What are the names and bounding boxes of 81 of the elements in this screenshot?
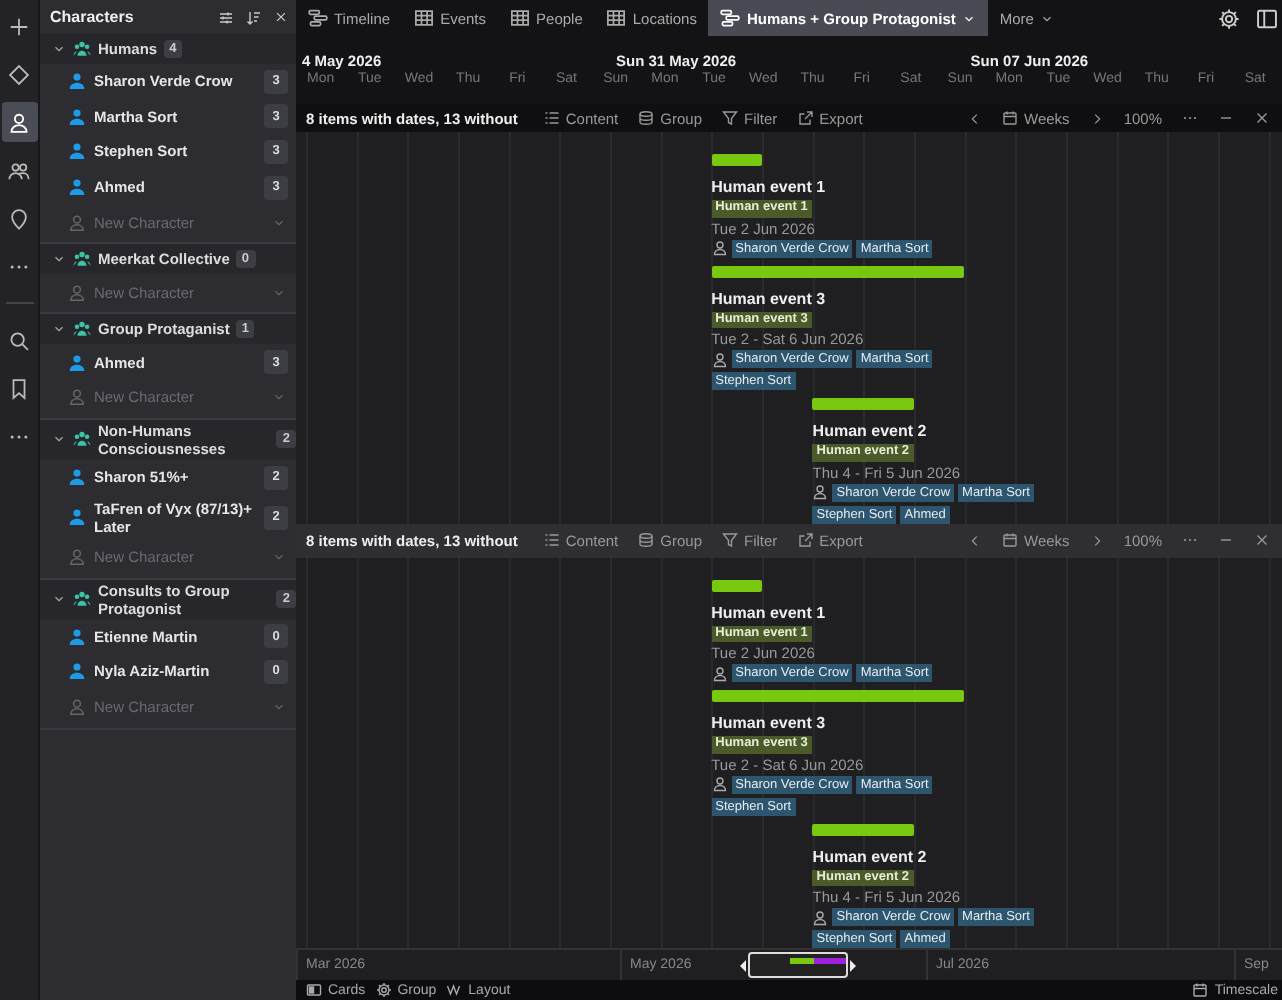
layout-icon (446, 982, 463, 998)
list-icon (543, 532, 560, 548)
group-icon (72, 250, 92, 269)
close-icon (1254, 532, 1270, 548)
export-icon (797, 532, 814, 548)
timeline-icon (720, 8, 741, 28)
chevron-down-icon (1039, 11, 1054, 25)
person-icon (68, 388, 86, 407)
person-icon[interactable] (1, 102, 37, 142)
group-icon (72, 40, 92, 58)
chevron-down-icon (52, 432, 66, 447)
cards-icon (306, 982, 322, 998)
gear-icon (375, 982, 392, 998)
person-icon (68, 468, 86, 487)
person-icon (68, 72, 86, 91)
person-icon (68, 353, 86, 372)
person-icon (68, 508, 86, 527)
table-icon (510, 8, 531, 28)
chevron-down-icon (52, 592, 66, 607)
timeline-icon (308, 8, 328, 28)
chevron-down-icon (52, 42, 66, 56)
panel-icon (1256, 7, 1278, 29)
calendar-icon (1002, 110, 1019, 126)
person-icon (711, 351, 728, 367)
person-icon (68, 662, 86, 681)
chevron-down-icon (52, 322, 66, 337)
event-title: Human event 3 (711, 289, 826, 309)
filter-icon (722, 532, 738, 548)
list-icon (543, 110, 560, 126)
event-bars-drawing (790, 958, 846, 966)
close-icon (1254, 110, 1270, 126)
chevron-left-icon (968, 533, 983, 547)
person-icon (68, 213, 86, 232)
event-title: Human event 2 (812, 422, 927, 442)
chevron-down-icon (961, 11, 976, 25)
chevron-right-icon (1089, 111, 1104, 125)
chevron-left-icon (968, 111, 983, 125)
close-icon (274, 10, 288, 24)
filter-icon (722, 110, 738, 126)
table-icon (606, 8, 627, 28)
sidebar-title: Characters (50, 8, 136, 26)
range-brush[interactable] (740, 952, 856, 978)
chevron-right-icon (1089, 533, 1104, 547)
event-bar[interactable] (711, 265, 965, 277)
event-bar[interactable] (711, 154, 762, 166)
event-bar[interactable] (711, 579, 762, 591)
chevron-down-icon (272, 285, 286, 300)
event-title: Human event 1 (711, 603, 826, 623)
person-icon (68, 283, 86, 302)
group-icon (72, 320, 92, 339)
person-icon (68, 107, 86, 126)
person-icon (711, 665, 728, 681)
group-icon (72, 430, 92, 449)
event-title: Human event 1 (711, 178, 826, 198)
export-icon (797, 110, 814, 126)
chevron-down-icon (272, 550, 286, 565)
gear-icon (1218, 7, 1240, 29)
chevron-down-icon (272, 215, 286, 230)
person-icon (68, 142, 86, 161)
person-icon (812, 909, 829, 925)
stack-icon (638, 532, 655, 548)
stack-icon (638, 110, 655, 126)
sort-icon (246, 9, 262, 25)
person-icon (68, 627, 86, 646)
chevron-down-icon (52, 252, 66, 267)
chevron-down-icon (272, 390, 286, 405)
chevron-down-icon (272, 700, 286, 715)
event-title: Human event 3 (711, 714, 826, 734)
group-icon (72, 590, 92, 609)
calendar-icon (1002, 532, 1019, 548)
calendar-icon (1192, 982, 1209, 998)
person-icon (711, 776, 728, 792)
event-bar[interactable] (812, 823, 914, 835)
person-icon (68, 178, 86, 197)
person-icon (711, 240, 728, 256)
event-title: Human event 2 (812, 847, 927, 867)
person-icon (68, 548, 86, 567)
table-icon (414, 8, 435, 28)
person-icon (812, 484, 829, 500)
person-icon (68, 698, 86, 717)
sliders-icon (218, 9, 234, 25)
